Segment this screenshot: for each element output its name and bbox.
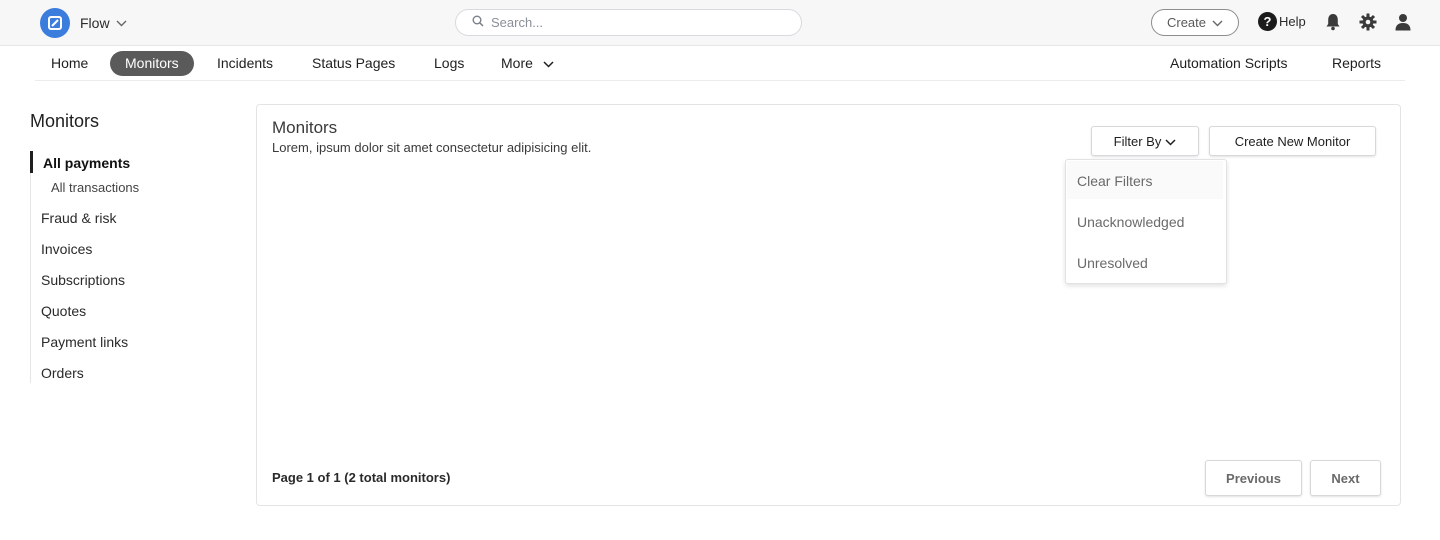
page-description: Lorem, ipsum dolor sit amet consectetur … (272, 140, 592, 155)
chevron-down-icon (1165, 134, 1176, 149)
filter-option-unresolved[interactable]: Unresolved (1077, 255, 1148, 271)
create-new-monitor-button[interactable]: Create New Monitor (1209, 126, 1376, 156)
top-bar: Flow Create ? Help (0, 0, 1440, 46)
sidebar-title: Monitors (30, 111, 100, 131)
filter-dropdown: Clear Filters Unacknowledged Unresolved (1065, 159, 1227, 284)
create-label: Create (1166, 15, 1207, 30)
main-nav: Home Monitors Incidents Status Pages Log… (35, 46, 1405, 81)
active-indicator (30, 151, 33, 173)
nav-incidents[interactable]: Incidents (202, 51, 288, 76)
nav-logs[interactable]: Logs (419, 51, 479, 76)
search-box[interactable] (455, 9, 802, 36)
nav-reports[interactable]: Reports (1317, 51, 1396, 76)
chevron-down-icon (1212, 15, 1223, 30)
search-input[interactable] (491, 15, 771, 30)
page-title: Monitors (272, 118, 338, 137)
sidebar-item-all-transactions[interactable]: All transactions (51, 180, 139, 195)
chevron-down-icon (116, 14, 127, 32)
sidebar-item-all-payments[interactable]: All payments (43, 155, 130, 171)
sidebar: All payments All transactions Fraud & ri… (30, 151, 210, 383)
nav-automation-scripts[interactable]: Automation Scripts (1155, 51, 1303, 76)
next-button[interactable]: Next (1310, 460, 1381, 496)
nav-home[interactable]: Home (36, 51, 103, 76)
nav-more[interactable]: More (486, 51, 569, 76)
app-logo-icon (40, 8, 70, 38)
nav-more-label: More (501, 55, 533, 71)
filter-option-unacknowledged[interactable]: Unacknowledged (1077, 214, 1184, 230)
pagination-summary: Page 1 of 1 (2 total monitors) (272, 470, 451, 485)
sidebar-item-fraud-risk[interactable]: Fraud & risk (41, 210, 116, 226)
filter-by-button[interactable]: Filter By (1091, 126, 1199, 156)
bell-icon[interactable] (1325, 13, 1341, 36)
gear-icon[interactable] (1359, 13, 1377, 36)
create-menu-button[interactable]: Create (1151, 9, 1239, 36)
sidebar-item-invoices[interactable]: Invoices (41, 241, 92, 257)
chevron-down-icon (543, 51, 554, 76)
help-button[interactable]: ? Help (1258, 12, 1306, 31)
filter-option-clear[interactable]: Clear Filters (1077, 173, 1152, 189)
filter-by-label: Filter By (1113, 133, 1162, 149)
sidebar-item-orders[interactable]: Orders (41, 365, 84, 381)
app-switcher[interactable]: Flow (40, 8, 127, 38)
sidebar-item-subscriptions[interactable]: Subscriptions (41, 272, 125, 288)
help-icon: ? (1258, 12, 1277, 31)
monitors-card: Monitors Lorem, ipsum dolor sit amet con… (256, 104, 1401, 506)
search-icon (472, 14, 484, 32)
nav-status-pages[interactable]: Status Pages (297, 51, 410, 76)
help-label: Help (1279, 14, 1306, 29)
app-name: Flow (80, 15, 110, 31)
sidebar-item-payment-links[interactable]: Payment links (41, 334, 128, 350)
sidebar-item-quotes[interactable]: Quotes (41, 303, 86, 319)
nav-monitors[interactable]: Monitors (110, 51, 194, 76)
previous-button[interactable]: Previous (1205, 460, 1302, 496)
user-avatar-icon[interactable] (1395, 13, 1411, 36)
